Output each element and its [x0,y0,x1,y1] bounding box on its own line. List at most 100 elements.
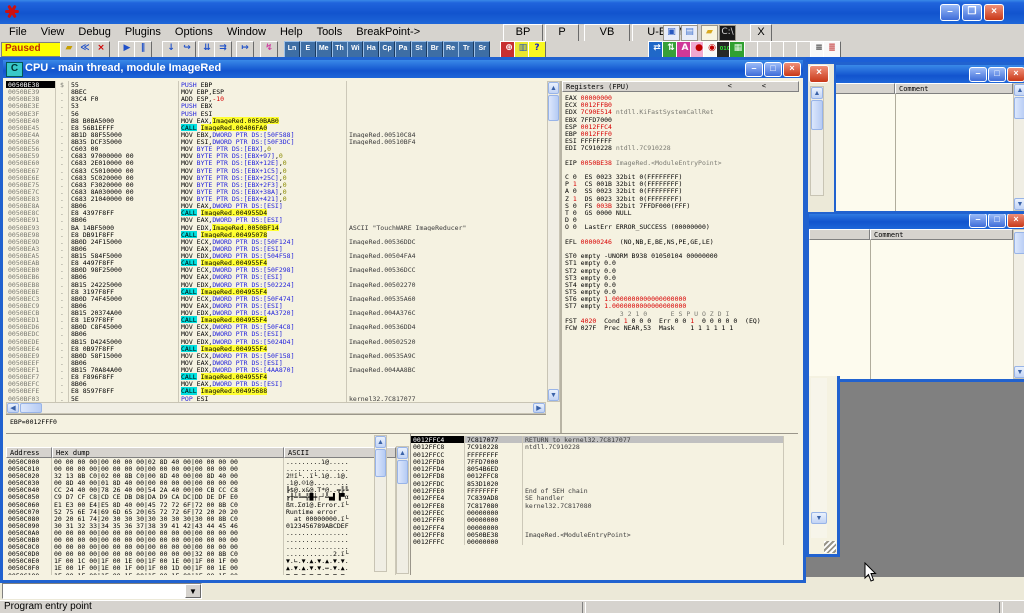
disasm-row[interactable]: 0050BE93.BA 14BF5000MOV EDX,ImageRed.005… [6,224,546,231]
maximize-icon[interactable]: □ [764,62,782,77]
dump-row[interactable]: 0050C0B000 00 00 00|00 00 00 00|00 00 00… [6,536,396,543]
register-line[interactable]: 3 2 1 0 E S P U O Z D I [562,310,799,317]
menu-item-options[interactable]: Options [168,25,220,39]
registers-pane[interactable]: Registers (FPU) << EAX 00000000ECX 0012F… [560,81,799,433]
register-line[interactable]: EIP 0050BE38 ImageRed.<ModuleEntryPoint> [562,159,799,166]
dump-column-header[interactable]: Address [6,447,52,458]
stack-scrollbar[interactable]: ▲ [374,435,387,572]
disasm-row[interactable]: 0050BE56.C603 00MOV BYTE PTR DS:[EBX],0 [6,145,546,152]
minimize-icon[interactable]: – [969,213,987,228]
dump-row[interactable]: 0050C060E1 E3 00 E4|E5 8D 40 00|45 72 72… [6,501,396,508]
toolbar-close-button[interactable]: X [750,24,772,42]
menu-item-breakpoint[interactable]: BreakPoint-> [349,25,427,39]
chevron-down-icon[interactable]: ▼ [185,584,201,598]
scroll-up-icon[interactable]: ▲ [548,82,559,94]
menu-item-window[interactable]: Window [220,25,273,39]
disasm-row[interactable]: 0050BE8A.8B06MOV EAX,DWORD PTR DS:[ESI] [6,202,546,209]
register-line[interactable]: EBP 0012FFF0 [562,130,799,137]
comment-column-header[interactable]: Comment [870,229,1013,240]
disasm-row[interactable]: 0050BE6E.C683 5C020000 00MOV BYTE PTR DS… [6,174,546,181]
disasm-row[interactable]: 0050BEAB.E8 4497F8FFCALL ImageRed.004955… [6,259,546,266]
register-line[interactable] [562,166,799,173]
disasm-row[interactable]: 0050BEF1.8B15 70A84A00MOV EDX,DWORD PTR … [6,366,546,373]
stack-row[interactable]: 0012FFE0FFFFFFFFEnd of SEH chain [411,487,784,494]
disasm-row[interactable]: 0050BEA5.8B15 584F5000MOV EDX,DWORD PTR … [6,252,546,259]
disasm-row[interactable]: 0050BEC3.8B0D 74F45000MOV ECX,DWORD PTR … [6,295,546,302]
disasm-row[interactable]: 0050BE7C.C683 8A030000 00MOV BYTE PTR DS… [6,188,546,195]
maximize-icon[interactable]: □ [988,213,1006,228]
comment-window-2[interactable]: – □ × Comment ▼ [806,208,1024,382]
scrollbar[interactable]: ▲ [810,86,824,196]
scroll-thumb[interactable] [375,449,386,477]
register-line[interactable]: ST3 empty 0.0 [562,274,799,281]
disasm-row[interactable]: 0050BE9D.8B0D 24F15000MOV ECX,DWORD PTR … [6,238,546,245]
register-line[interactable]: FCW 027F Prec NEAR,53 Mask 1 1 1 1 1 1 [562,324,799,331]
scroll-up-icon[interactable]: ▲ [1014,84,1024,96]
stack-row[interactable]: 0012FFC87C910228ntdll.7C910228 [411,443,784,450]
disassembly-hscrollbar[interactable]: ◀ ▶ [6,402,546,414]
register-line[interactable]: ST7 empty 1.0000000000000000000 [562,302,799,309]
column-header[interactable] [809,229,870,240]
disassembly-pane[interactable]: 0050BE38$55PUSH EBP0050BE39.8BECMOV EBP,… [6,81,546,402]
panel-button-sr[interactable]: Sr [474,41,490,58]
close-icon[interactable]: × [783,62,801,77]
register-line[interactable]: A 0 SS 0023 32bit 0(FFFFFFFF) [562,187,799,194]
dump-row[interactable]: 0050C09030 31 32 33|34 35 36 37|38 39 41… [6,522,396,529]
window-title-bar[interactable]: – □ × [835,65,1024,83]
menu-item-tools[interactable]: Tools [310,25,350,39]
pause-button[interactable]: ‖ [134,41,152,58]
register-line[interactable]: EDI 7C910228 ntdll.7C910228 [562,144,799,151]
disasm-row[interactable]: 0050BE38$55PUSH EBP [6,81,546,88]
scroll-thumb[interactable] [1014,97,1024,119]
disasm-row[interactable]: 0050BEFC.8B06MOV EAX,DWORD PTR DS:[ESI] [6,380,546,387]
register-line[interactable]: C 0 ES 0023 32bit 0(FFFFFFFF) [562,173,799,180]
pages-icon[interactable]: ▣ [663,25,680,41]
comment-window-1[interactable]: – □ × Comment ▲ ▼ [832,62,1024,214]
dump-row[interactable]: 0050C0F01E 00 1F 00|1E 00 1F 00|1F 00 1D… [6,564,396,571]
register-line[interactable]: ST6 empty 1.0000000000000000000 [562,295,799,302]
scroll-up-icon[interactable]: ▲ [811,87,823,99]
dump-row[interactable]: 0050C01000 00 00 00|00 00 00 00|00 00 00… [6,465,396,472]
minimize-icon[interactable]: – [745,62,763,77]
disasm-row[interactable]: 0050BEB8.8B15 24225000MOV EDX,DWORD PTR … [6,281,546,288]
scroll-thumb[interactable] [397,460,408,484]
disasm-row[interactable]: 0050BEF7.E8 F896F8FFCALL ImageRed.004955… [6,373,546,380]
scroll-down-icon[interactable]: ▼ [548,389,559,401]
disasm-row[interactable]: 0050BED1.E8 1E97F8FFCALL ImageRed.004955… [6,316,546,323]
disasm-row[interactable]: 0050BEDC.8B06MOV EAX,DWORD PTR DS:[ESI] [6,330,546,337]
dump-column-header[interactable]: Hex dump [52,447,284,458]
register-line[interactable]: T 0 GS 0000 NULL [562,209,799,216]
stack-row[interactable]: 0012FFEC00000000 [411,509,784,516]
dump-row[interactable]: 0050C02032 13 8B C0|02 00 8B C0|00 8D 40… [6,472,396,479]
disasm-row[interactable]: 0050BEE4.E8 0B97F8FFCALL ImageRed.004955… [6,345,546,352]
animate-over-button[interactable]: ⇉ [214,41,232,58]
register-line[interactable] [562,152,799,159]
panel-button-re[interactable]: Re [443,41,459,58]
disasm-row[interactable]: 0050BE75.C683 F3020000 00MOV BYTE PTR DS… [6,181,546,188]
maximize-icon[interactable]: □ [988,67,1006,82]
register-line[interactable]: S 0 FS 003B 32bit 7FFDF000(FFF) [562,202,799,209]
column-header[interactable] [835,83,895,94]
stack-row[interactable]: 0012FFCCFFFFFFFF [411,451,784,458]
panel-button-ln[interactable]: Ln [284,41,300,58]
register-line[interactable]: Z 1 DS 0023 32bit 0(FFFFFFFF) [562,195,799,202]
scrollbar[interactable]: ▲ ▼ [1013,83,1024,211]
minimize-icon[interactable]: – [940,4,960,21]
disassembly-scrollbar[interactable]: ▲ ▼ [547,81,560,402]
disasm-row[interactable]: 0050BE91.8B06MOV EAX,DWORD PTR DS:[ESI] [6,216,546,223]
dump-row[interactable]: 0050C0D000 00 00 00|00 00 00 00|00 00 00… [6,550,396,557]
stack-row[interactable]: 0012FFE87C817080kernel32.7C817080 [411,502,784,509]
close-icon[interactable]: × [1007,213,1024,228]
register-line[interactable]: EFL 00000246 (NO,NB,E,BE,NS,PE,GE,LE) [562,238,799,245]
step-over-button[interactable]: ↪ [178,41,196,58]
dump-row[interactable]: 0050C1001F 00 1F 00|1F 00 1F 00|1F 00 1F… [6,572,396,576]
panel-button-th[interactable]: Th [332,41,348,58]
stack-row[interactable]: 0012FFF000000000 [411,516,784,523]
scroll-up-icon[interactable]: ▲ [397,447,408,459]
scroll-right-icon[interactable]: ▶ [533,403,545,413]
disasm-row[interactable]: 0050BE40.B8 B0BA5000MOV EAX,ImageRed.005… [6,117,546,124]
register-line[interactable]: P 1 CS 001B 32bit 0(FFFFFFFF) [562,180,799,187]
register-line[interactable] [562,245,799,252]
cpu-title-bar[interactable]: C CPU - main thread, module ImageRed – □… [3,60,803,78]
disasm-row[interactable]: 0050BEEF.8B06MOV EAX,DWORD PTR DS:[ESI] [6,359,546,366]
